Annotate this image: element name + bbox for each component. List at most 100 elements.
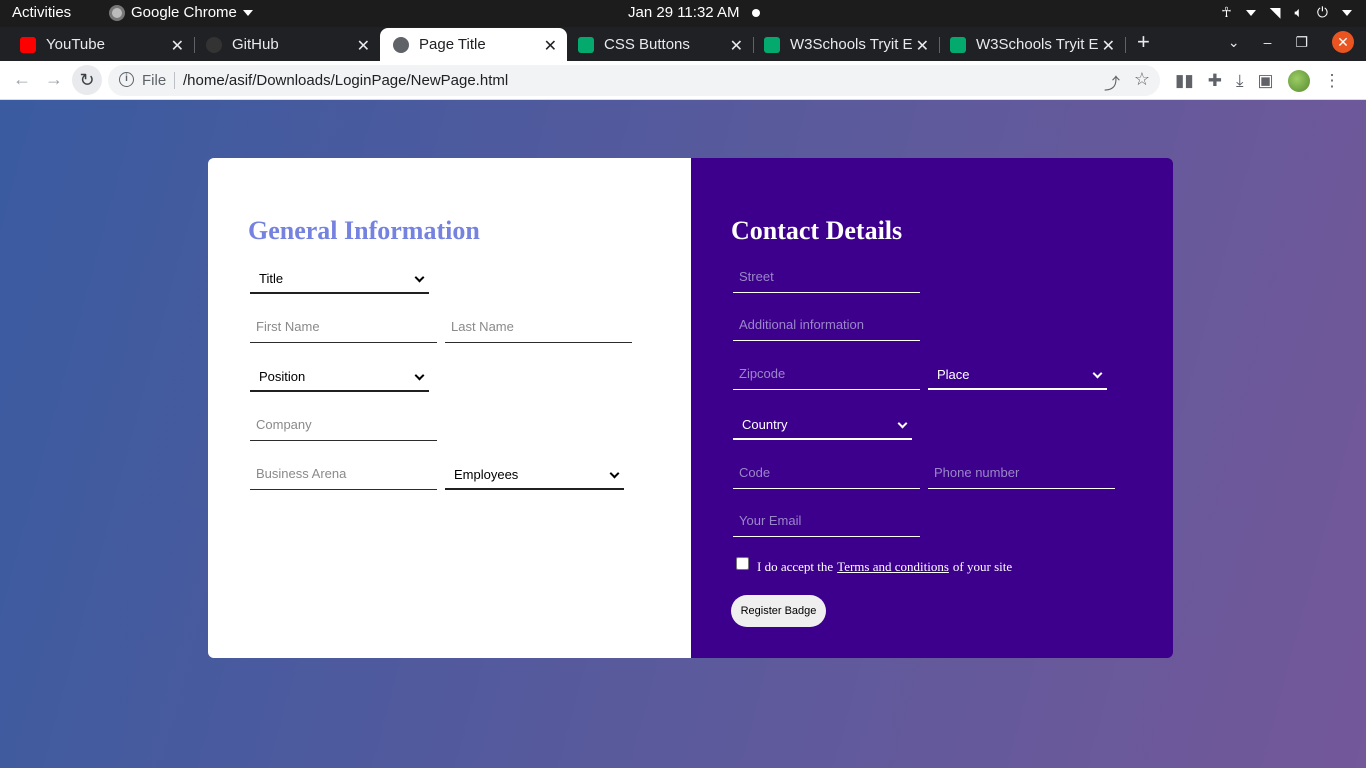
profile-avatar[interactable] <box>1287 70 1310 92</box>
caret-down-icon <box>242 9 253 16</box>
github-icon <box>206 36 222 53</box>
tab-css-buttons[interactable]: CSS Buttons ✕ <box>567 28 753 61</box>
accessibility-icon[interactable]: ☥ <box>1221 4 1231 21</box>
caret-down-icon <box>1342 9 1352 16</box>
back-arrow-icon[interactable]: ← <box>13 69 31 90</box>
w3schools-icon <box>578 36 594 53</box>
chevron-down-icon <box>609 468 620 479</box>
email-input[interactable]: Your Email <box>733 501 920 537</box>
place-select[interactable]: Place <box>928 360 1107 390</box>
tab-github[interactable]: GitHub ✕ <box>186 28 380 61</box>
title-select-value: Title <box>259 271 284 286</box>
close-tab-icon[interactable]: ✕ <box>171 36 184 56</box>
chevron-down-icon <box>414 272 425 283</box>
reload-icon[interactable]: ↻ <box>72 65 102 95</box>
chrome-icon <box>109 4 125 21</box>
close-tab-icon[interactable]: ✕ <box>916 36 929 56</box>
tab-title: W3Schools Tryit E <box>790 36 912 53</box>
activities-button[interactable]: Activities <box>12 4 71 21</box>
close-tab-icon[interactable]: ✕ <box>730 36 743 56</box>
globe-icon <box>393 36 409 53</box>
close-tab-icon[interactable]: ✕ <box>357 36 370 56</box>
general-information-heading: General Information <box>248 216 480 245</box>
page-viewport: General Information Title First Name Las… <box>0 100 1366 768</box>
address-scheme-label: File <box>142 72 167 89</box>
new-tab-plus-icon[interactable]: + <box>1137 29 1150 55</box>
power-icon: ⏻ <box>1316 4 1328 20</box>
contact-details-heading: Contact Details <box>731 216 903 245</box>
terms-link[interactable]: Terms and conditions <box>837 559 949 575</box>
terms-suffix-text: of your site <box>952 559 1013 574</box>
bookmark-star-icon[interactable]: ☆ <box>1134 69 1150 90</box>
browser-toolbar: ← → ↻ i File /home/asif/Downloads/LoginP… <box>0 61 1366 100</box>
kebab-menu-icon[interactable]: ⋮ <box>1324 71 1341 91</box>
wifi-icon: ◥ <box>1269 4 1281 20</box>
tab-title: CSS Buttons <box>604 36 690 53</box>
app-menu[interactable]: Google Chrome <box>109 4 253 21</box>
general-information-panel: General Information Title First Name Las… <box>208 158 691 658</box>
tab-title: YouTube <box>46 36 105 53</box>
tab-w3schools-tryit-1[interactable]: W3Schools Tryit E ✕ <box>753 28 939 61</box>
side-panel-icon[interactable]: ▣ <box>1257 71 1273 91</box>
extensions-puzzle-icon[interactable]: ✚ <box>1208 71 1222 91</box>
address-url[interactable]: /home/asif/Downloads/LoginPage/NewPage.h… <box>183 72 508 89</box>
extension-icons: ▮▮ ✚ ⤓ ▣ ⋮ <box>1175 70 1341 92</box>
company-input[interactable]: Company <box>250 405 437 441</box>
clock[interactable]: Jan 29 11:32 AM <box>628 4 739 21</box>
contact-details-panel: Contact Details Street Additional inform… <box>691 158 1173 658</box>
position-select-value: Position <box>259 369 306 384</box>
volume-icon: 🔈︎ <box>1294 4 1303 20</box>
last-name-input[interactable]: Last Name <box>445 307 632 343</box>
audio-waveform-icon[interactable]: ▮▮ <box>1175 71 1194 91</box>
notification-dot-icon <box>752 9 760 17</box>
tab-title: GitHub <box>232 36 279 53</box>
close-tab-icon[interactable]: ✕ <box>544 36 557 56</box>
restore-icon[interactable]: ❐ <box>1295 34 1308 51</box>
w3schools-icon <box>950 36 966 53</box>
terms-acceptance: I do accept the Terms and conditions of … <box>736 556 1013 575</box>
caret-down-icon <box>1245 9 1256 16</box>
share-icon[interactable]: ⤴ <box>1104 70 1120 94</box>
chevron-down-icon <box>1092 368 1103 379</box>
tab-divider <box>1125 37 1126 53</box>
minimize-icon[interactable]: – <box>1264 34 1272 50</box>
phone-number-input[interactable]: Phone number <box>928 453 1115 489</box>
tab-search-chevron-icon[interactable]: ⌄ <box>1228 34 1240 51</box>
employees-select[interactable]: Employees <box>445 460 624 490</box>
tab-w3schools-tryit-2[interactable]: W3Schools Tryit E ✕ <box>939 28 1125 61</box>
address-bar[interactable]: i File /home/asif/Downloads/LoginPage/Ne… <box>108 65 1160 96</box>
address-divider <box>174 72 175 89</box>
terms-checkbox[interactable] <box>736 556 749 570</box>
close-tab-icon[interactable]: ✕ <box>1102 36 1115 56</box>
tab-strip: YouTube ✕ GitHub ✕ Page Title ✕ CSS Butt… <box>0 27 1366 61</box>
chevron-down-icon <box>414 370 425 381</box>
forward-arrow-icon[interactable]: → <box>45 69 63 90</box>
code-input[interactable]: Code <box>733 453 920 489</box>
first-name-input[interactable]: First Name <box>250 307 437 343</box>
employees-select-value: Employees <box>454 467 519 482</box>
country-select-value: Country <box>742 417 788 432</box>
app-name: Google Chrome <box>131 4 237 21</box>
close-window-icon[interactable]: ✕ <box>1332 31 1354 53</box>
window-controls: ⌄ – ❐ ✕ <box>1228 31 1354 53</box>
youtube-icon <box>20 36 36 53</box>
register-badge-button[interactable]: Register Badge <box>731 595 826 627</box>
tab-title: W3Schools Tryit E <box>976 36 1098 53</box>
business-arena-input[interactable]: Business Arena <box>250 454 437 490</box>
tab-title: Page Title <box>419 36 486 53</box>
place-select-value: Place <box>937 367 970 382</box>
additional-information-input[interactable]: Additional information <box>733 305 920 341</box>
position-select[interactable]: Position <box>250 362 429 392</box>
info-icon[interactable]: i <box>119 72 134 87</box>
tab-youtube[interactable]: YouTube ✕ <box>0 28 194 61</box>
zipcode-input[interactable]: Zipcode <box>733 354 920 390</box>
download-icon[interactable]: ⤓ <box>1236 71 1244 91</box>
system-tray[interactable]: ☥ ◥ 🔈︎ ⏻ <box>1221 4 1352 21</box>
title-select[interactable]: Title <box>250 264 429 294</box>
registration-card: General Information Title First Name Las… <box>208 158 1173 658</box>
country-select[interactable]: Country <box>733 410 912 440</box>
tab-page-title[interactable]: Page Title ✕ <box>380 28 567 61</box>
street-input[interactable]: Street <box>733 257 920 293</box>
terms-prefix-text: I do accept the <box>757 559 834 574</box>
system-top-bar: Activities Google Chrome Jan 29 11:32 AM… <box>0 0 1366 27</box>
